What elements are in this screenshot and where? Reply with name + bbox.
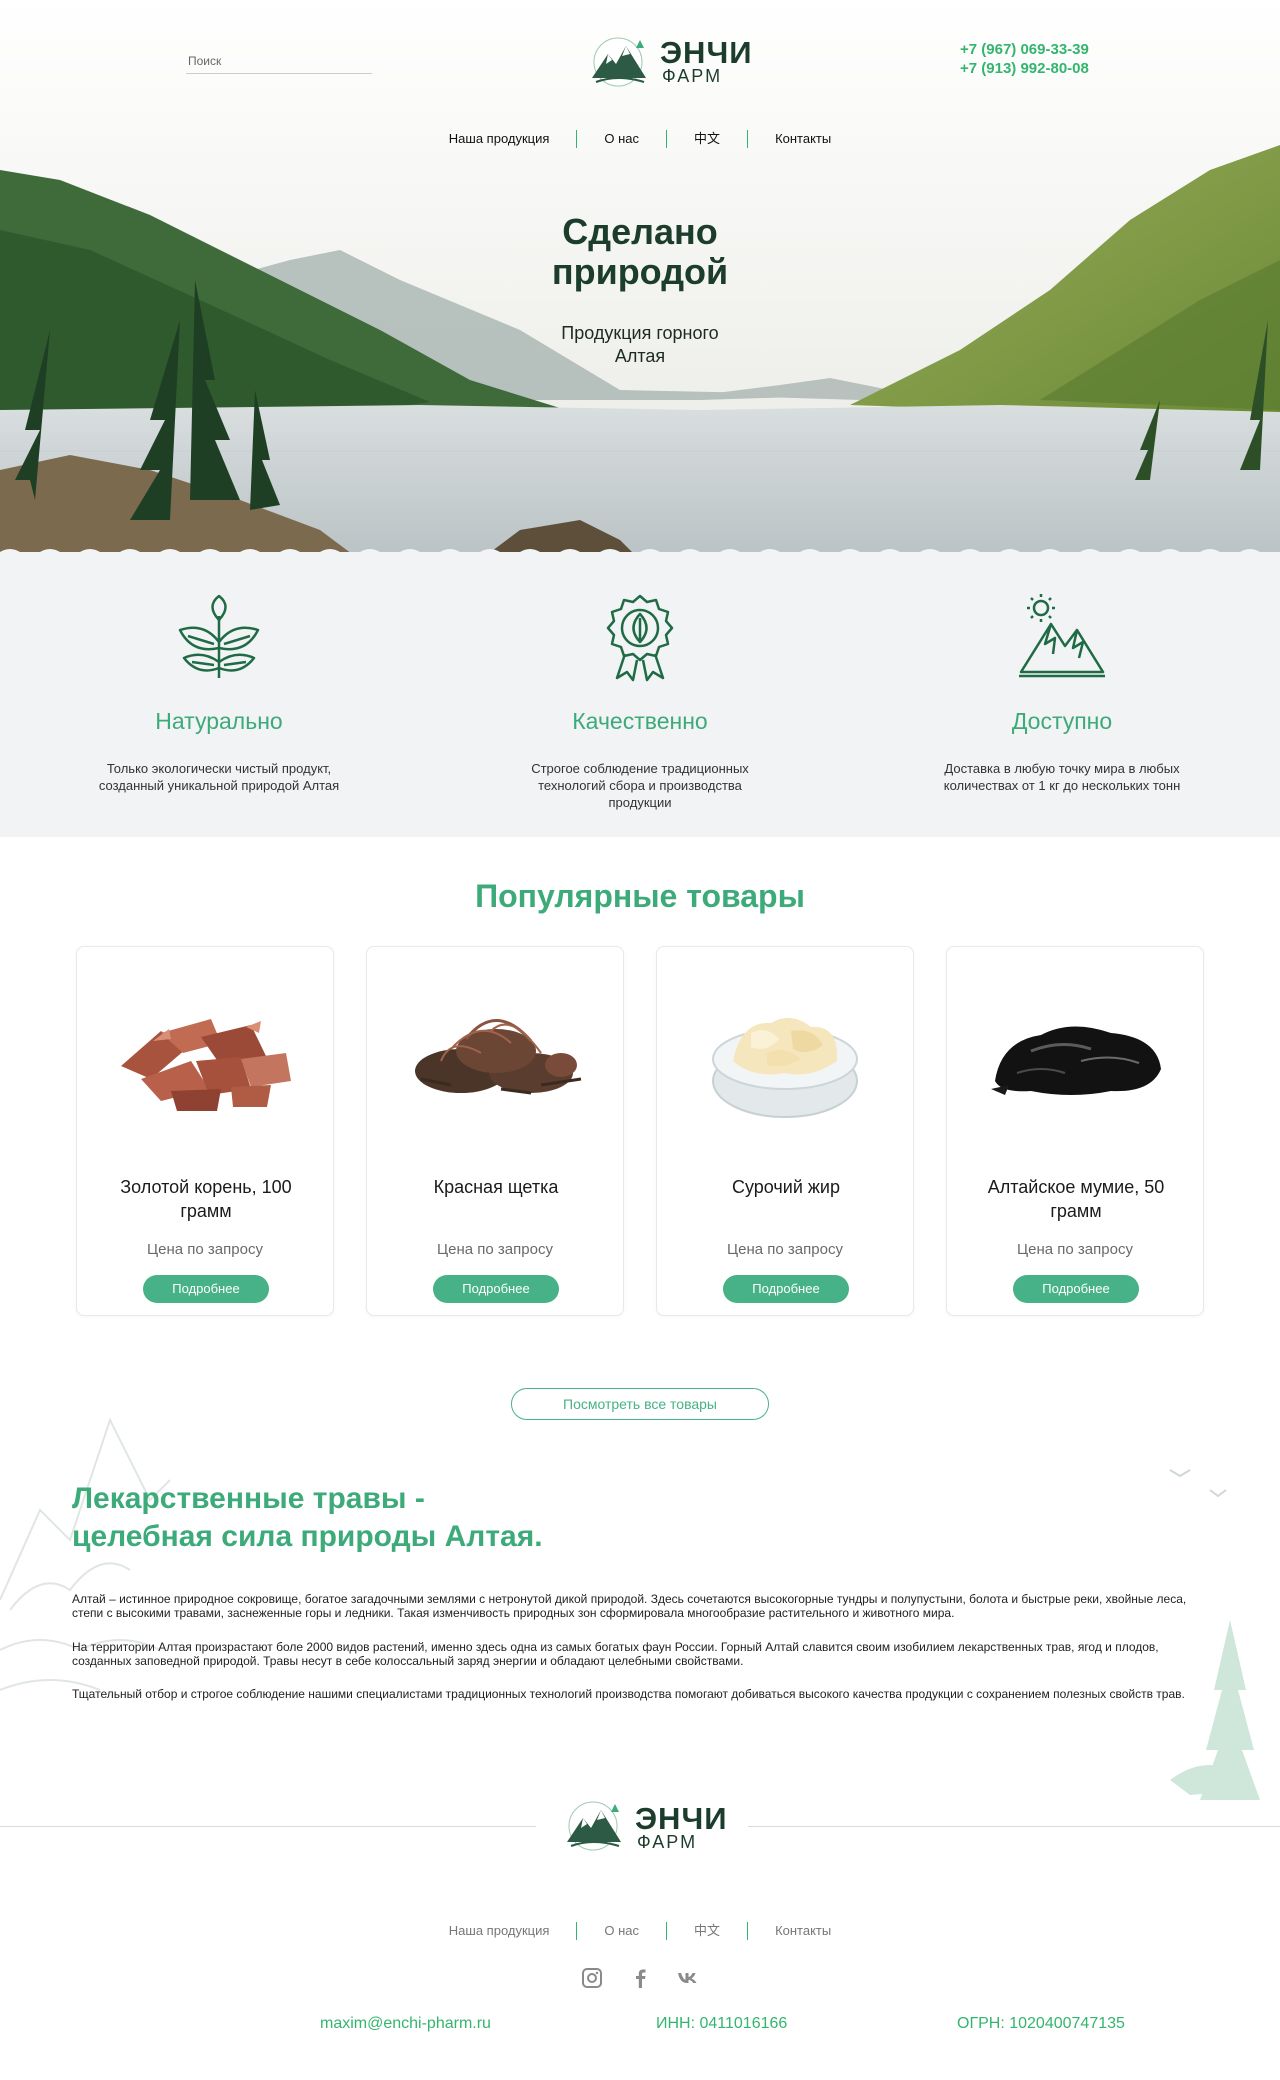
footer-logo[interactable]: ЭНЧИ ФАРМ <box>563 1796 727 1856</box>
hero-subtitle: Продукция горного Алтая <box>561 323 719 366</box>
brand-name: ЭНЧИ <box>635 1801 728 1836</box>
brand-name: ЭНЧИ <box>660 35 753 70</box>
product-name[interactable]: Алтайское мумие, 50 грамм <box>967 1175 1185 1223</box>
search-input[interactable] <box>186 54 372 68</box>
details-button[interactable]: Подробнее <box>433 1275 559 1303</box>
tree-sketch-decoration <box>1169 1469 1260 1800</box>
vk-icon[interactable] <box>676 1966 700 1990</box>
product-price: Цена по запросу <box>437 1241 553 1258</box>
feature-available: Доступно Доставка в любую точку мира в л… <box>912 592 1212 794</box>
hero-title-line: Сделано <box>562 211 718 252</box>
brand-subtitle: ФАРМ <box>662 66 723 86</box>
hero-title: Сделано природой <box>0 212 1280 292</box>
product-name[interactable]: Красная щетка <box>387 1175 605 1199</box>
footer-nav-about[interactable]: О нас <box>577 1922 666 1940</box>
product-image-marmot-fat <box>712 1017 858 1118</box>
product-image-red-brush <box>415 1019 582 1095</box>
product-card[interactable]: Золотой корень, 100 грамм Цена по запрос… <box>76 946 334 1316</box>
logo[interactable]: ЭНЧИ ФАРМ <box>588 30 752 90</box>
phone-list: +7 (967) 069-33-39 +7 (913) 992-80-08 <box>960 40 1089 78</box>
product-price: Цена по запросу <box>147 1241 263 1258</box>
view-all-products-button[interactable]: Посмотреть все товары <box>511 1388 769 1420</box>
feature-text: Строгое соблюдение традиционных технолог… <box>531 761 749 810</box>
herbs-paragraph: На территории Алтая произрастают боле 20… <box>72 1640 1159 1668</box>
herbs-paragraph: Алтай – истинное природное сокровище, бо… <box>72 1592 1187 1620</box>
feature-title: Доступно <box>1011 708 1113 734</box>
nav-item-products[interactable]: Наша продукция <box>422 130 577 148</box>
mountain-icon <box>1019 594 1105 678</box>
leaf-icon <box>178 594 260 678</box>
nav-item-about[interactable]: О нас <box>577 130 666 148</box>
instagram-icon[interactable] <box>580 1966 604 1990</box>
footer-nav-products[interactable]: Наша продукция <box>422 1922 577 1940</box>
nav-item-contacts[interactable]: Контакты <box>748 130 858 148</box>
product-image-mumijo <box>991 1026 1161 1095</box>
footer-divider <box>0 1826 536 1827</box>
feature-natural: Натурально Только экологически чистый пр… <box>69 592 369 794</box>
feature-title: Натурально <box>155 708 283 734</box>
brand-subtitle: ФАРМ <box>637 1832 698 1852</box>
product-image-golden-root <box>121 1019 291 1111</box>
nav-item-chinese[interactable]: 中文 <box>667 130 747 148</box>
herbs-title-line: целебная сила природы Алтая. <box>72 1520 543 1553</box>
product-card[interactable]: Красная щетка Цена по запросу Подробнее <box>366 946 624 1316</box>
footer-email[interactable]: maxim@enchi-pharm.ru <box>320 2014 491 2034</box>
herbs-paragraph: Тщательный отбор и строгое соблюдение на… <box>72 1687 1185 1701</box>
mountain-logo-icon <box>567 1801 621 1851</box>
mountain-sketch-decoration <box>0 1417 171 1691</box>
feature-text: Доставка в любую точку мира в любых коли… <box>943 761 1181 793</box>
feature-quality: Качественно Строгое соблюдение традицион… <box>490 592 790 811</box>
phone-number[interactable]: +7 (913) 992-80-08 <box>960 59 1089 78</box>
details-button[interactable]: Подробнее <box>723 1275 849 1303</box>
hero-title-line: природой <box>551 251 729 292</box>
feature-title: Качественно <box>572 708 708 734</box>
herbs-title: Лекарственные травы - целебная сила прир… <box>72 1480 543 1556</box>
features-section: Натурально Только экологически чистый пр… <box>0 552 1280 837</box>
mountain-logo-icon <box>592 37 646 87</box>
product-card[interactable]: Алтайское мумие, 50 грамм Цена по запрос… <box>946 946 1204 1316</box>
details-button[interactable]: Подробнее <box>143 1275 269 1303</box>
search-field[interactable] <box>186 52 372 74</box>
footer-ogrn: ОГРН: 1020400747135 <box>957 2015 1125 2032</box>
popular-title: Популярные товары <box>475 878 805 914</box>
product-name[interactable]: Золотой корень, 100 грамм <box>97 1175 315 1223</box>
quality-badge-icon <box>606 594 674 682</box>
phone-number[interactable]: +7 (967) 069-33-39 <box>960 40 1089 59</box>
social-links <box>580 1966 700 1990</box>
footer-nav: Наша продукция О нас 中文 Контакты <box>0 1922 1280 1940</box>
product-name[interactable]: Сурочий жир <box>677 1175 895 1199</box>
details-button[interactable]: Подробнее <box>1013 1275 1139 1303</box>
product-price: Цена по запросу <box>727 1241 843 1258</box>
product-price: Цена по запросу <box>1017 1241 1133 1258</box>
footer-nav-contacts[interactable]: Контакты <box>748 1922 858 1940</box>
herbs-title-line: Лекарственные травы - <box>72 1482 425 1515</box>
hero-section: ЭНЧИ ФАРМ +7 (967) 069-33-39 +7 (913) 99… <box>0 0 1280 560</box>
footer-divider <box>748 1826 1280 1827</box>
main-nav: Наша продукция О нас 中文 Контакты <box>0 130 1280 148</box>
facebook-icon[interactable] <box>628 1966 652 1990</box>
footer-inn: ИНН: 0411016166 <box>656 2015 788 2032</box>
product-card[interactable]: Сурочий жир Цена по запросу Подробнее <box>656 946 914 1316</box>
feature-text: Только экологически чистый продукт, созд… <box>98 761 340 793</box>
footer-nav-chinese[interactable]: 中文 <box>667 1922 747 1940</box>
